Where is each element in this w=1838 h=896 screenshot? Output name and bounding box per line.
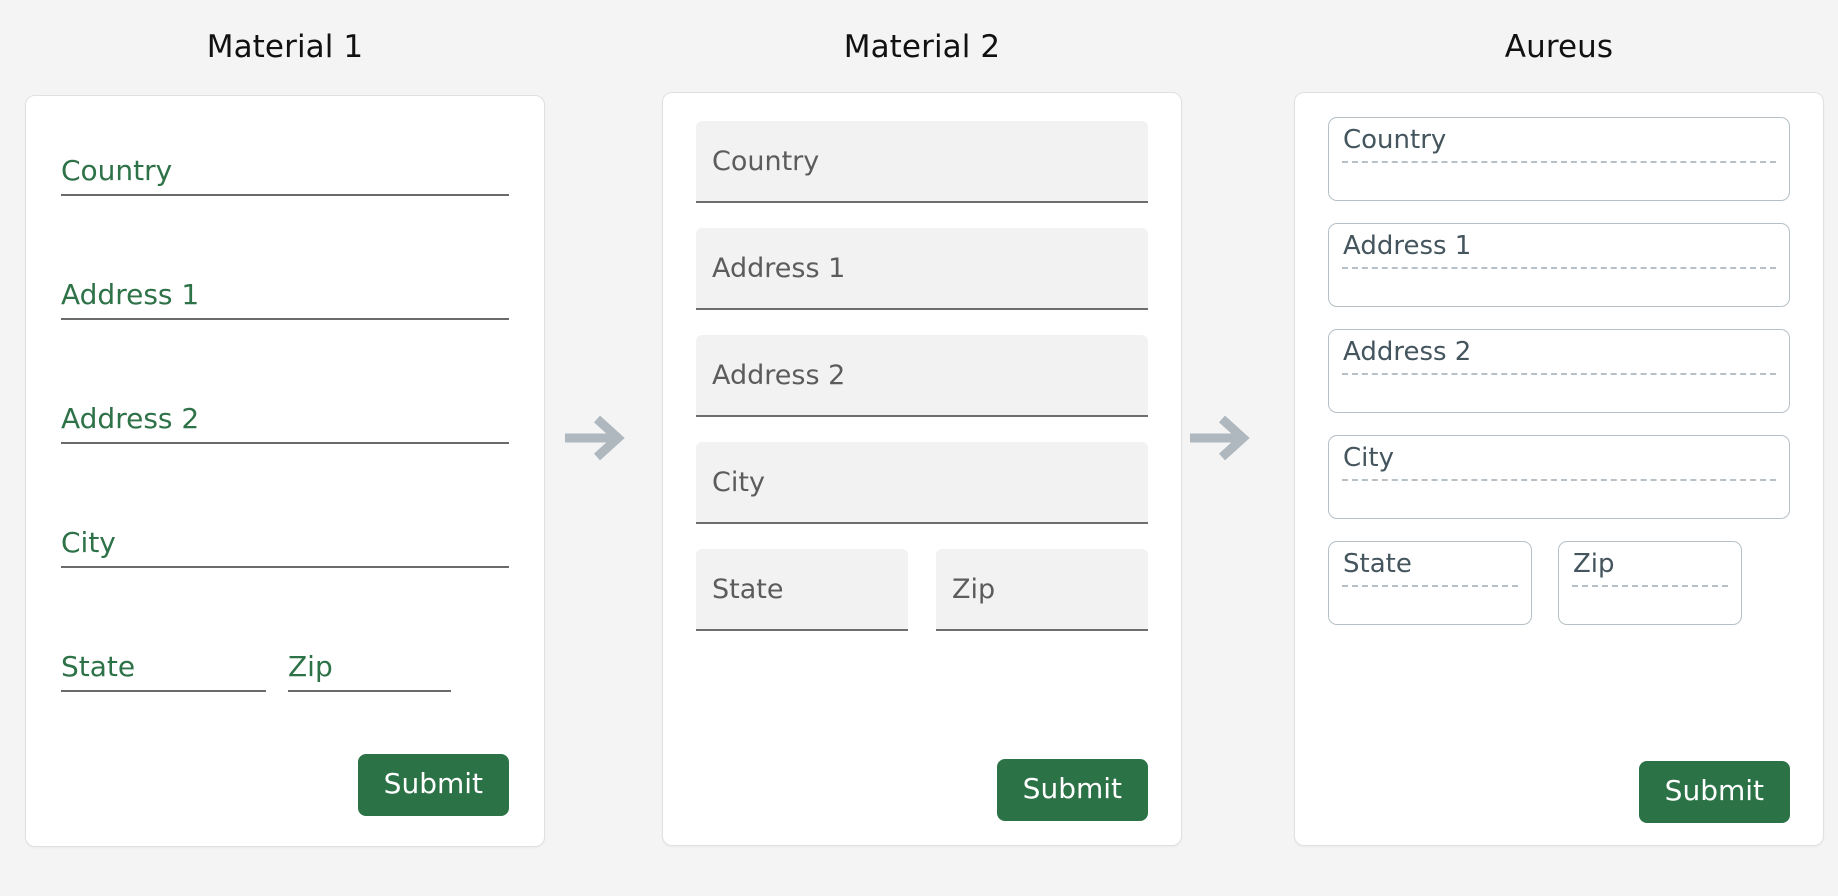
submit-button-material-1[interactable]: Submit	[358, 754, 509, 816]
field-underline	[288, 690, 451, 692]
field-state-material-2[interactable]: State	[696, 549, 908, 631]
field-dashed-divider	[1342, 479, 1776, 481]
field-label-address-1: Address 1	[61, 281, 199, 320]
form-card-material-2: Country Address 1 Address 2 City State	[662, 92, 1182, 846]
arrow-material2-to-aureus	[1186, 410, 1252, 466]
field-label-address-2: Address 2	[1343, 339, 1775, 366]
field-label-country: Country	[712, 148, 819, 175]
form-fields-material-2: Country Address 1 Address 2 City State	[696, 121, 1148, 743]
field-label-zip: Zip	[288, 653, 333, 692]
field-country-material-2[interactable]: Country	[696, 121, 1148, 203]
field-state-aureus[interactable]: State	[1328, 541, 1532, 625]
arrow-material1-to-material2	[561, 410, 627, 466]
field-address-2-material-2[interactable]: Address 2	[696, 335, 1148, 417]
field-address-1-material-2[interactable]: Address 1	[696, 228, 1148, 310]
form-fields-material-1: Country Address 1 Address 2 City	[61, 132, 509, 736]
field-underline	[61, 318, 509, 320]
field-zip-material-2[interactable]: Zip	[936, 549, 1148, 631]
field-address-1-material-1[interactable]: Address 1	[61, 256, 509, 320]
field-label-address-2: Address 2	[61, 405, 199, 444]
column-title-aureus: Aureus	[1294, 0, 1824, 63]
field-row-state-zip-aureus: State Zip	[1328, 541, 1790, 625]
field-address-1-aureus[interactable]: Address 1	[1328, 223, 1790, 307]
comparison-stage: Material 1 Country Address 1 Address 2 C…	[0, 0, 1838, 896]
field-label-zip: Zip	[1573, 551, 1727, 578]
field-country-material-1[interactable]: Country	[61, 132, 509, 196]
field-dashed-divider	[1572, 585, 1728, 587]
form-footer-material-1: Submit	[61, 736, 509, 816]
field-label-country: Country	[1343, 127, 1775, 154]
field-zip-material-1[interactable]: Zip	[288, 628, 451, 692]
form-footer-aureus: Submit	[1328, 743, 1790, 823]
field-address-2-material-1[interactable]: Address 2	[61, 380, 509, 444]
column-aureus: Aureus Country Address 1 Address 2 City	[1294, 0, 1824, 846]
form-footer-material-2: Submit	[696, 743, 1148, 821]
field-label-address-2: Address 2	[712, 362, 845, 389]
field-row-state-zip-material-2: State Zip	[696, 549, 1148, 631]
field-label-state: State	[712, 576, 783, 603]
field-dashed-divider	[1342, 585, 1518, 587]
field-label-address-1: Address 1	[1343, 233, 1775, 260]
field-dashed-divider	[1342, 373, 1776, 375]
field-city-aureus[interactable]: City	[1328, 435, 1790, 519]
field-city-material-1[interactable]: City	[61, 504, 509, 568]
field-address-2-aureus[interactable]: Address 2	[1328, 329, 1790, 413]
field-zip-aureus[interactable]: Zip	[1558, 541, 1742, 625]
field-state-material-1[interactable]: State	[61, 628, 266, 692]
field-underline	[61, 690, 266, 692]
field-underline	[61, 566, 509, 568]
column-material-1: Material 1 Country Address 1 Address 2 C…	[25, 0, 545, 847]
field-underline	[61, 194, 509, 196]
field-label-city: City	[712, 469, 765, 496]
field-city-material-2[interactable]: City	[696, 442, 1148, 524]
form-fields-aureus: Country Address 1 Address 2 City	[1328, 117, 1790, 743]
field-dashed-divider	[1342, 161, 1776, 163]
field-dashed-divider	[1342, 267, 1776, 269]
form-card-material-1: Country Address 1 Address 2 City	[25, 95, 545, 847]
field-label-city: City	[61, 529, 116, 568]
field-label-state: State	[61, 653, 135, 692]
submit-button-aureus[interactable]: Submit	[1639, 761, 1790, 823]
column-material-2: Material 2 Country Address 1 Address 2 C…	[662, 0, 1182, 846]
field-country-aureus[interactable]: Country	[1328, 117, 1790, 201]
column-title-material-1: Material 1	[25, 0, 545, 63]
field-label-zip: Zip	[952, 576, 995, 603]
field-label-address-1: Address 1	[712, 255, 845, 282]
field-label-city: City	[1343, 445, 1775, 472]
field-underline	[61, 442, 509, 444]
column-title-material-2: Material 2	[662, 0, 1182, 63]
form-card-aureus: Country Address 1 Address 2 City	[1294, 92, 1824, 846]
field-label-country: Country	[61, 157, 172, 196]
field-label-state: State	[1343, 551, 1517, 578]
field-row-state-zip-material-1: State Zip	[61, 628, 509, 692]
submit-button-material-2[interactable]: Submit	[997, 759, 1148, 821]
